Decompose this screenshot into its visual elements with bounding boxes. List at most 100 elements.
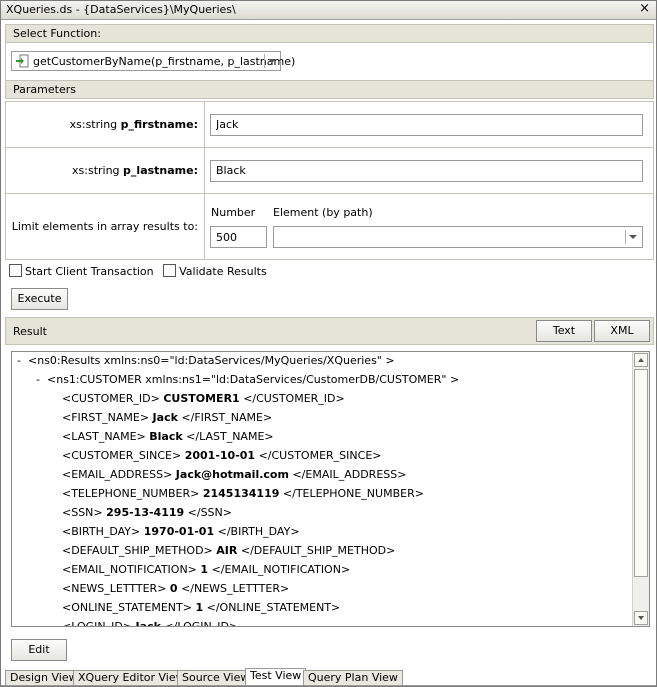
parameters-table: xs:string p_firstname: xs:string p_lastn…	[5, 101, 654, 260]
xml-value: Black	[149, 430, 183, 443]
collapse-toggle[interactable]: -	[36, 373, 40, 386]
xml-field-line: <CUSTOMER_ID> CUSTOMER1 </CUSTOMER_ID>	[62, 392, 345, 405]
xml-open-tag: <SSN>	[62, 506, 103, 519]
validate-results-checkbox[interactable]: Validate Results	[163, 264, 267, 278]
param-row-limit: Limit elements in array results to: Numb…	[5, 193, 654, 260]
firstname-input[interactable]	[210, 113, 643, 136]
title-bar: XQueries.ds - {DataServices}\MyQueries\ …	[1, 1, 656, 20]
result-header: Result Text XML	[5, 317, 654, 345]
xml-field-line: <BIRTH_DAY> 1970-01-01 </BIRTH_DAY>	[62, 525, 300, 538]
xml-open-tag: <EMAIL_ADDRESS>	[62, 468, 173, 481]
scroll-down-icon[interactable]	[634, 611, 648, 625]
vertical-scrollbar[interactable]	[632, 352, 649, 626]
parameters-header: Parameters	[5, 80, 654, 99]
xml-field-line: <EMAIL_ADDRESS> Jack@hotmail.com </EMAIL…	[62, 468, 406, 481]
function-select-value: getCustomerByName(p_firstname, p_lastnam…	[33, 55, 296, 68]
element-path-select[interactable]	[273, 226, 643, 248]
element-path-label: Element (by path)	[273, 206, 373, 219]
xml-close-tag: </TELEPHONE_NUMBER>	[282, 487, 424, 500]
divider	[1, 685, 656, 686]
xml-root-tag: <ns0:Results xmlns:ns0="ld:DataServices/…	[28, 354, 395, 367]
xml-button[interactable]: XML	[594, 320, 650, 342]
xml-close-tag: </SSN>	[187, 506, 232, 519]
xml-open-tag: <FIRST_NAME>	[62, 411, 150, 424]
param-type: xs:string	[72, 164, 120, 177]
xml-open-tag: <LOGIN_ID>	[62, 620, 133, 627]
xml-customer-tag: <ns1:CUSTOMER xmlns:ns1="ld:DataServices…	[47, 373, 460, 386]
xml-value: Jack	[152, 411, 178, 424]
close-icon[interactable]: ×	[639, 1, 650, 16]
result-xml-view[interactable]: - <ns0:Results xmlns:ns0="ld:DataService…	[11, 351, 650, 627]
xml-open-tag: <TELEPHONE_NUMBER>	[62, 487, 200, 500]
xml-open-tag: <CUSTOMER_ID>	[62, 392, 160, 405]
xml-field-line: <TELEPHONE_NUMBER> 2145134119 </TELEPHON…	[62, 487, 424, 500]
xml-close-tag: </EMAIL_NOTIFICATION>	[211, 563, 351, 576]
xml-field-line: <DEFAULT_SHIP_METHOD> AIR </DEFAULT_SHIP…	[62, 544, 395, 557]
xml-close-tag: </NEWS_LETTTER>	[181, 582, 290, 595]
select-function-area: getCustomerByName(p_firstname, p_lastnam…	[5, 42, 654, 80]
xml-value: CUSTOMER1	[163, 392, 240, 405]
xml-open-tag: <BIRTH_DAY>	[62, 525, 141, 538]
limit-cell: Number Element (by path)	[204, 193, 654, 260]
scroll-up-icon[interactable]	[634, 353, 648, 367]
xml-value: 2001-10-01	[184, 449, 256, 462]
xml-value: 1970-01-01	[143, 525, 215, 538]
tab-source-view[interactable]: Source View	[177, 670, 255, 685]
xml-value: Jack	[135, 620, 161, 627]
select-separator	[625, 230, 626, 244]
xml-close-tag: </CUSTOMER_SINCE>	[258, 449, 382, 462]
xml-field-line: <FIRST_NAME> Jack </FIRST_NAME>	[62, 411, 272, 424]
xml-value: 295-13-4119	[106, 506, 185, 519]
options-row: Start Client Transaction Validate Result…	[9, 264, 273, 278]
limit-label: Limit elements in array results to:	[5, 193, 205, 260]
xml-close-tag: </DEFAULT_SHIP_METHOD>	[240, 544, 396, 557]
xml-open-tag: <DEFAULT_SHIP_METHOD>	[62, 544, 213, 557]
xml-close-tag: </CUSTOMER_ID>	[243, 392, 345, 405]
xml-close-tag: </LAST_NAME>	[186, 430, 274, 443]
xml-field-line: <CUSTOMER_SINCE> 2001-10-01 </CUSTOMER_S…	[62, 449, 381, 462]
param-name: p_lastname:	[123, 164, 198, 177]
function-select[interactable]: getCustomerByName(p_firstname, p_lastnam…	[11, 51, 295, 71]
xml-field-line: <SSN> 295-13-4119 </SSN>	[62, 506, 232, 519]
xml-close-tag: </ONLINE_STATEMENT>	[206, 601, 341, 614]
xml-value: AIR	[216, 544, 238, 557]
chevron-down-icon[interactable]	[268, 59, 276, 63]
xml-close-tag: </FIRST_NAME>	[181, 411, 273, 424]
edit-button[interactable]: Edit	[11, 639, 67, 661]
limit-number-input[interactable]	[210, 226, 267, 248]
execute-button[interactable]: Execute	[11, 288, 68, 310]
checkbox-label: Validate Results	[179, 265, 267, 278]
collapse-toggle[interactable]: -	[17, 354, 21, 367]
lastname-input[interactable]	[210, 159, 643, 182]
xqueries-window: XQueries.ds - {DataServices}\MyQueries\ …	[0, 0, 657, 687]
xml-open-tag: <CUSTOMER_SINCE>	[62, 449, 182, 462]
text-button[interactable]: Text	[536, 320, 592, 342]
chevron-down-icon[interactable]	[629, 235, 637, 239]
xml-open-tag: <NEWS_LETTTER>	[62, 582, 167, 595]
checkbox-label: Start Client Transaction	[25, 265, 154, 278]
param-row-firstname: xs:string p_firstname:	[5, 101, 654, 148]
tab-test-view[interactable]: Test View	[245, 668, 307, 685]
xml-value: 0	[169, 582, 178, 595]
xml-open-tag: <EMAIL_NOTIFICATION>	[62, 563, 197, 576]
result-label: Result	[13, 325, 47, 338]
checkbox-box[interactable]	[9, 264, 22, 277]
window-title: XQueries.ds - {DataServices}\MyQueries\	[6, 3, 236, 16]
param-label-lastname: xs:string p_lastname:	[5, 147, 205, 194]
param-row-lastname: xs:string p_lastname:	[5, 147, 654, 194]
xml-value: Jack@hotmail.com	[175, 468, 289, 481]
xml-field-line: <ONLINE_STATEMENT> 1 </ONLINE_STATEMENT>	[62, 601, 340, 614]
start-client-transaction-checkbox[interactable]: Start Client Transaction	[9, 264, 154, 278]
function-arrow-icon	[16, 54, 29, 68]
scroll-thumb[interactable]	[634, 369, 648, 577]
number-label: Number	[211, 206, 256, 219]
tab-query-plan-view[interactable]: Query Plan View	[303, 670, 403, 685]
tab-design-view[interactable]: Design View	[5, 670, 83, 685]
xml-value: 2145134119	[202, 487, 280, 500]
xml-field-line: <NEWS_LETTTER> 0 </NEWS_LETTTER>	[62, 582, 289, 595]
xml-field-line: <EMAIL_NOTIFICATION> 1 </EMAIL_NOTIFICAT…	[62, 563, 350, 576]
xml-close-tag: </BIRTH_DAY>	[217, 525, 300, 538]
xml-close-tag: </LOGIN_ID>	[164, 620, 239, 627]
tab-xquery-editor-view[interactable]: XQuery Editor View	[73, 670, 190, 685]
checkbox-box[interactable]	[163, 264, 177, 277]
